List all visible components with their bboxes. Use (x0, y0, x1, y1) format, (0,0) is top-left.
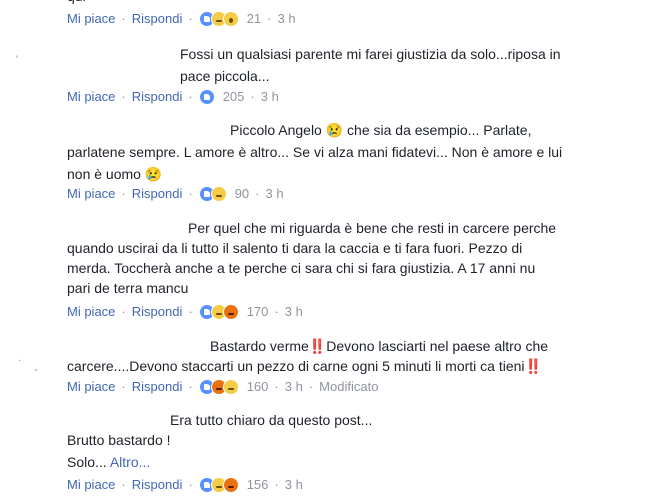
separator: · (250, 89, 255, 104)
timestamp[interactable]: 3 h (285, 476, 303, 494)
reactions[interactable] (198, 186, 227, 202)
comment-line: carcere....Devono staccarti un pezzo di … (67, 358, 542, 374)
separator: · (274, 477, 279, 492)
separator: · (121, 304, 126, 319)
sad-reaction-icon (210, 186, 227, 202)
reaction-count: 156 (246, 477, 269, 492)
reply-link[interactable]: Rispondi (132, 378, 183, 396)
reactions[interactable] (198, 379, 239, 395)
reactions[interactable] (198, 89, 215, 105)
reactions[interactable] (198, 304, 239, 320)
comment-actions: Mi piace · Rispondi · 21 · 3 h (67, 10, 296, 28)
timestamp[interactable]: 3 h (261, 88, 279, 106)
comment-line: non è uomo 😢 (67, 166, 163, 182)
reply-link[interactable]: Rispondi (132, 476, 183, 494)
separator: · (188, 477, 193, 492)
comment-line: parlatene sempre. L amore è altro... Se … (67, 144, 563, 160)
like-reaction-icon (198, 89, 215, 105)
reaction-count: 21 (246, 11, 262, 26)
avatar-fragment: ' (16, 54, 19, 66)
separator: · (255, 186, 260, 201)
reaction-count: 160 (246, 379, 269, 394)
separator: · (267, 11, 272, 26)
comment-line: Era tutto chiaro da questo post... (170, 412, 373, 428)
comment-actions: Mi piace · Rispondi · 156 · 3 h (67, 476, 303, 494)
reactions[interactable] (198, 477, 239, 493)
reaction-count: 90 (234, 186, 250, 201)
wow-reaction-icon (222, 11, 239, 27)
comment-line: Piccolo Angelo 😢 che sia da esempio... P… (230, 122, 532, 138)
separator: · (121, 379, 126, 394)
edited-label[interactable]: Modificato (319, 378, 378, 396)
timestamp[interactable]: 3 h (285, 378, 303, 396)
angry-reaction-icon (222, 304, 239, 320)
comment-line-with-more: Solo... Altro... (67, 450, 150, 474)
timestamp[interactable]: 3 h (285, 303, 303, 321)
separator: · (121, 186, 126, 201)
separator: · (308, 379, 314, 394)
separator: · (274, 304, 279, 319)
separator: · (274, 379, 279, 394)
separator: · (121, 477, 126, 492)
like-link[interactable]: Mi piace (67, 476, 115, 494)
comment-actions: Mi piace · Rispondi · 205 · 3 h (67, 88, 279, 106)
like-link[interactable]: Mi piace (67, 88, 115, 106)
comment-line: pari de terra mancu (67, 280, 189, 296)
separator: · (121, 89, 126, 104)
separator: · (121, 11, 126, 26)
reactions[interactable] (198, 11, 239, 27)
reply-link[interactable]: Rispondi (132, 185, 183, 203)
sad-reaction-icon (222, 379, 239, 395)
separator: · (188, 89, 193, 104)
reply-link[interactable]: Rispondi (132, 10, 183, 28)
comment-actions: Mi piace · Rispondi · 170 · 3 h (67, 303, 303, 321)
avatar-fragment: - (34, 364, 38, 376)
comment-line: Brutto bastardo ! (67, 432, 171, 448)
reaction-count: 205 (222, 89, 245, 104)
separator: · (188, 186, 193, 201)
comment-actions: Mi piace · Rispondi · 160 · 3 h · Modifi… (67, 378, 378, 396)
like-link[interactable]: Mi piace (67, 185, 115, 203)
comment-line: pace piccola... (180, 68, 270, 84)
separator: · (188, 379, 193, 394)
separator: · (188, 304, 193, 319)
see-more-link[interactable]: Altro... (110, 454, 150, 470)
comment-line: Solo... (67, 454, 107, 470)
reply-link[interactable]: Rispondi (132, 88, 183, 106)
like-link[interactable]: Mi piace (67, 10, 115, 28)
timestamp[interactable]: 3 h (278, 10, 296, 28)
avatar-fragment: . (18, 352, 22, 364)
timestamp[interactable]: 3 h (266, 185, 284, 203)
comment-actions: Mi piace · Rispondi · 90 · 3 h (67, 185, 284, 203)
reply-link[interactable]: Rispondi (132, 303, 183, 321)
angry-reaction-icon (222, 477, 239, 493)
reaction-count: 170 (246, 304, 269, 319)
separator: · (188, 11, 193, 26)
comment-text-fragment: qui (67, 0, 86, 4)
comment-line: Fossi un qualsiasi parente mi farei gius… (180, 46, 561, 62)
like-link[interactable]: Mi piace (67, 378, 115, 396)
like-link[interactable]: Mi piace (67, 303, 115, 321)
